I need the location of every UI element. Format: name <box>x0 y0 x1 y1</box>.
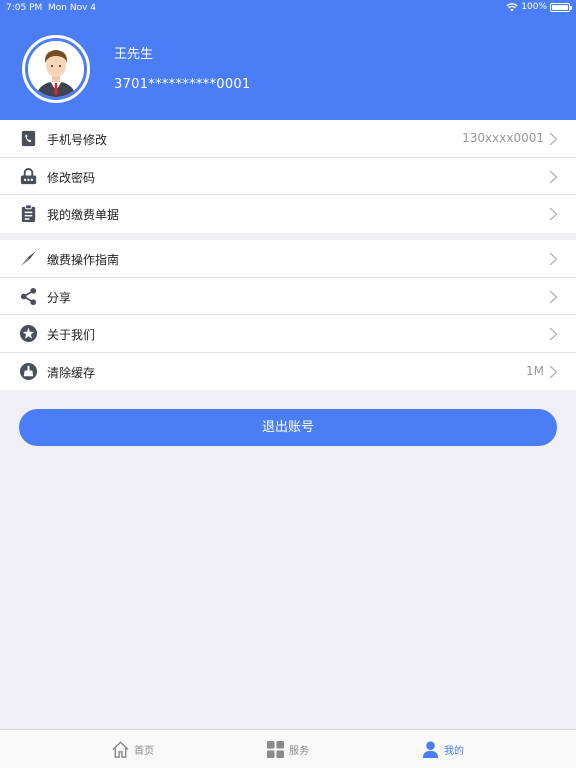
logout-button[interactable]: 退出账号 <box>19 409 557 446</box>
app-info-group: 缴费操作指南 分享 关于我们 清除缓存 1M <box>0 240 576 390</box>
menu-item-clear-cache[interactable]: 清除缓存 1M <box>0 353 576 391</box>
compass-icon <box>20 250 37 267</box>
phone-edit-icon <box>21 130 36 147</box>
chevron-right-icon <box>549 252 558 266</box>
tab-label: 首页 <box>134 746 154 757</box>
menu-item-payment-receipts[interactable]: 我的缴费单据 <box>0 195 576 233</box>
user-name: 王先生 <box>114 47 154 62</box>
grid-icon <box>266 740 285 759</box>
wifi-icon <box>506 2 518 11</box>
phone-value: 130xxxx0001 <box>462 131 544 145</box>
chevron-right-icon <box>549 169 558 184</box>
menu-item-change-password[interactable]: 修改密码 <box>0 158 576 195</box>
account-settings-group: 手机号修改 130xxxx0001 修改密码 我的缴费单据 <box>0 120 576 233</box>
chevron-right-icon <box>549 364 558 379</box>
menu-item-label: 关于我们 <box>47 328 96 342</box>
tab-mine[interactable]: 我的 <box>421 730 464 768</box>
menu-item-label: 清除缓存 <box>47 365 96 380</box>
menu-item-label: 缴费操作指南 <box>47 253 120 267</box>
tab-label: 我的 <box>444 746 464 757</box>
tab-bar: 首页 服务 我的 <box>0 729 576 768</box>
status-bar: 7:05 PM Mon Nov 4 100% <box>0 0 576 16</box>
status-date: Mon Nov 4 <box>48 3 96 13</box>
menu-item-change-phone[interactable]: 手机号修改 130xxxx0001 <box>0 120 576 158</box>
lock-icon <box>20 167 37 184</box>
tab-services[interactable]: 服务 <box>266 730 309 768</box>
share-icon <box>20 287 37 305</box>
avatar[interactable] <box>22 35 90 103</box>
cache-size: 1M <box>526 363 544 378</box>
star-icon <box>19 324 38 343</box>
menu-item-label: 分享 <box>47 290 72 305</box>
menu-item-share[interactable]: 分享 <box>0 278 576 315</box>
user-id-number: 3701**********0001 <box>114 77 251 92</box>
clipboard-icon <box>21 204 36 223</box>
tab-label: 服务 <box>289 746 309 757</box>
menu-item-label: 我的缴费单据 <box>47 208 120 222</box>
profile-header: 7:05 PM Mon Nov 4 100% 王先生 3701*********… <box>0 0 576 120</box>
chevron-right-icon <box>549 289 558 304</box>
avatar-portrait-icon <box>28 41 84 97</box>
tab-home[interactable]: 首页 <box>111 730 154 768</box>
menu-item-payment-guide[interactable]: 缴费操作指南 <box>0 240 576 278</box>
menu-item-label: 手机号修改 <box>47 133 108 147</box>
chevron-right-icon <box>549 132 558 146</box>
menu-item-label: 修改密码 <box>47 170 96 185</box>
person-icon <box>422 741 439 759</box>
menu-item-about-us[interactable]: 关于我们 <box>0 315 576 353</box>
battery-icon <box>550 2 572 12</box>
chevron-right-icon <box>549 207 558 221</box>
battery-percent: 100% <box>521 2 547 12</box>
chevron-right-icon <box>549 327 558 341</box>
home-icon <box>112 741 129 758</box>
broom-icon <box>19 362 38 380</box>
status-time: 7:05 PM <box>6 3 43 13</box>
